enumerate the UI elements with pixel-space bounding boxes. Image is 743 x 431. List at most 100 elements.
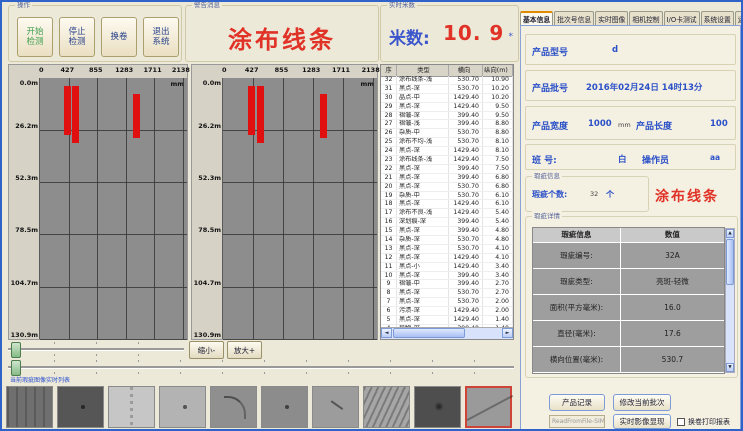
defect-list-row[interactable]: 16深划痕-深399.405.40 (381, 218, 513, 227)
defect-list-cell: 涂布线条-浅 (397, 156, 449, 164)
defect-list-row[interactable]: 8黑点-深530.702.70 (381, 289, 513, 298)
product-record-button[interactable]: 产品记录 (549, 394, 605, 411)
defect-detail-label: 瑕疵编号: (533, 243, 621, 268)
y-tick-label: 78.5m (198, 226, 221, 234)
defect-list-cell: 399.40 (449, 280, 483, 288)
defect-detail-scrollbar[interactable]: ▲ ▼ (725, 228, 735, 373)
defect-list-row[interactable]: 10黑点-深399.403.40 (381, 272, 513, 281)
tab-7[interactable]: 运行 (735, 11, 743, 25)
defect-list-row[interactable]: 13黑点-深530.704.10 (381, 245, 513, 254)
defect-list-row[interactable]: 26杂质-中530.708.80 (381, 129, 513, 138)
defect-thumbnail-6[interactable] (261, 386, 308, 428)
defect-list-cell: 6.80 (483, 183, 513, 191)
print-report-checkbox[interactable] (677, 418, 685, 426)
grid-vline (97, 78, 98, 339)
defect-list-row[interactable]: 6污渍-深1429.402.00 (381, 307, 513, 316)
defect-list-row[interactable]: 11黑点-小1429.403.40 (381, 263, 513, 272)
timeline-scroll-slider[interactable] (8, 359, 514, 375)
defect-list-row[interactable]: 18黑点-深1429.406.10 (381, 200, 513, 209)
defect-list-row[interactable]: 17涂布不良-浅1429.405.40 (381, 209, 513, 218)
defect-list-row[interactable]: 32涂布线条-浅530.7010.90 (381, 76, 513, 85)
defect-list-row[interactable]: 19杂质-中530.706.10 (381, 192, 513, 201)
meters-label: 米数: (389, 24, 430, 49)
defect-list-cell: 530.70 (449, 138, 483, 146)
tab-5[interactable]: I/O卡测试 (664, 11, 700, 25)
defect-list-cell: 晶点-中 (397, 94, 449, 102)
defect-list-cell: 10.90 (483, 76, 513, 84)
defect-list-row[interactable]: 20黑点-深530.706.80 (381, 183, 513, 192)
defect-list-cell: 5 (381, 316, 397, 324)
defect-detail-table: 瑕疵信息数值 瑕疵编号:32A瑕疵类型:亮斑-轻微面积(平方毫米):16.0直径… (532, 227, 725, 374)
defect-list-horizontal-scrollbar[interactable]: ◄ ► (381, 327, 513, 339)
defect-detail-value: 32A (621, 243, 724, 268)
defect-thumbnail-1[interactable] (6, 386, 53, 428)
defect-list-cell: 1429.40 (449, 209, 483, 217)
defect-list-cell: 530.70 (449, 192, 483, 200)
defect-list-cell: 黑点-深 (397, 316, 449, 324)
zoom-in-button[interactable]: 放大+ (227, 341, 262, 359)
defect-list-row[interactable]: 23涂布线条-浅1429.407.50 (381, 156, 513, 165)
defect-list-cell: 8.10 (483, 138, 513, 146)
start-detect-button[interactable]: 开始检测 (17, 17, 53, 57)
defect-thumbnail-3[interactable] (108, 386, 155, 428)
scroll-up-icon[interactable]: ▲ (726, 229, 734, 238)
defect-list-row[interactable]: 29黑点-深1429.409.50 (381, 103, 513, 112)
slider-thumb[interactable] (11, 342, 21, 358)
scroll-left-icon[interactable]: ◄ (381, 328, 392, 338)
defect-list-cell: 3.40 (483, 272, 513, 280)
defect-list-row[interactable]: 21黑点-深399.406.80 (381, 174, 513, 183)
defect-list-cell: 20 (381, 183, 397, 191)
scroll-thumb[interactable] (393, 328, 465, 338)
defect-detail-group-title: 瑕疵详情 (532, 211, 562, 221)
defect-thumbnail-4[interactable] (159, 386, 206, 428)
defect-list-cell: 1429.40 (449, 263, 483, 271)
defect-list-row[interactable]: 9褶皱-中399.402.70 (381, 280, 513, 289)
defect-list-cell: 23 (381, 156, 397, 164)
defect-list-row[interactable]: 7黑点-深530.702.00 (381, 298, 513, 307)
defect-list-cell: 7 (381, 298, 397, 306)
defect-list-row[interactable]: 31黑点-深530.7010.20 (381, 85, 513, 94)
defect-list-row[interactable]: 22黑点-深399.407.50 (381, 165, 513, 174)
exit-system-button[interactable]: 退出系统 (143, 17, 179, 57)
defect-list-cell: 530.70 (449, 289, 483, 297)
defect-list-row[interactable]: 27褶皱-浅399.408.80 (381, 120, 513, 129)
defect-map-chart-left: 04278551283171121380.0m26.2m52.3m78.5m10… (8, 64, 188, 340)
defect-thumbnail-8[interactable] (363, 386, 410, 428)
change-roll-button[interactable]: 换卷 (101, 17, 137, 57)
defect-list-row[interactable]: 28褶皱-深399.409.50 (381, 112, 513, 121)
modify-batch-button[interactable]: 修改当前批次 (613, 394, 671, 411)
defect-list-row[interactable]: 5黑点-深1429.401.40 (381, 316, 513, 325)
defect-list-cell: 黑点-深 (397, 254, 449, 262)
meters-group-title: 实时米数 (387, 0, 417, 10)
tab-3[interactable]: 实时图像 (595, 11, 628, 25)
defect-count-value: 32 (590, 190, 598, 198)
defect-list-row[interactable]: 12黑点-深1429.404.10 (381, 254, 513, 263)
zoom-out-button[interactable]: 缩小- (189, 341, 224, 359)
defect-list-row[interactable]: 24黑点-深1429.408.10 (381, 147, 513, 156)
tab-4[interactable]: 相机控制 (629, 11, 662, 25)
y-tick-label: 52.3m (15, 174, 38, 182)
stop-detect-button[interactable]: 停止检测 (59, 17, 95, 57)
defect-list-row[interactable]: 25涂布不均-浅530.708.10 (381, 138, 513, 147)
defect-thumbnail-7[interactable] (312, 386, 359, 428)
x-tick-label: 1283 (115, 66, 133, 74)
chart-zoom-slider[interactable] (8, 341, 184, 357)
defect-thumbnail-5[interactable] (210, 386, 257, 428)
defect-thumbnail-9[interactable] (414, 386, 461, 428)
defect-list-row[interactable]: 30晶点-中1429.4010.20 (381, 94, 513, 103)
defect-mark (72, 86, 79, 143)
defect-list-cell: 21 (381, 174, 397, 182)
defect-list-row[interactable]: 15黑点-深399.404.80 (381, 227, 513, 236)
scroll-thumb[interactable] (726, 239, 734, 285)
defect-thumbnail-10[interactable] (465, 386, 512, 428)
defect-list-cell: 9.50 (483, 103, 513, 111)
tab-1[interactable]: 基本信息 (520, 11, 553, 25)
slider-thumb[interactable] (11, 360, 21, 376)
defect-thumbnail-2[interactable] (57, 386, 104, 428)
scroll-down-icon[interactable]: ▼ (726, 363, 734, 372)
defect-list-row[interactable]: 14杂质-深530.704.80 (381, 236, 513, 245)
tab-2[interactable]: 批次号信息 (554, 11, 594, 25)
tab-6[interactable]: 系统设置 (701, 11, 734, 25)
scroll-right-icon[interactable]: ► (502, 328, 513, 338)
realtime-display-button[interactable]: 实时影像显现 (613, 414, 671, 429)
